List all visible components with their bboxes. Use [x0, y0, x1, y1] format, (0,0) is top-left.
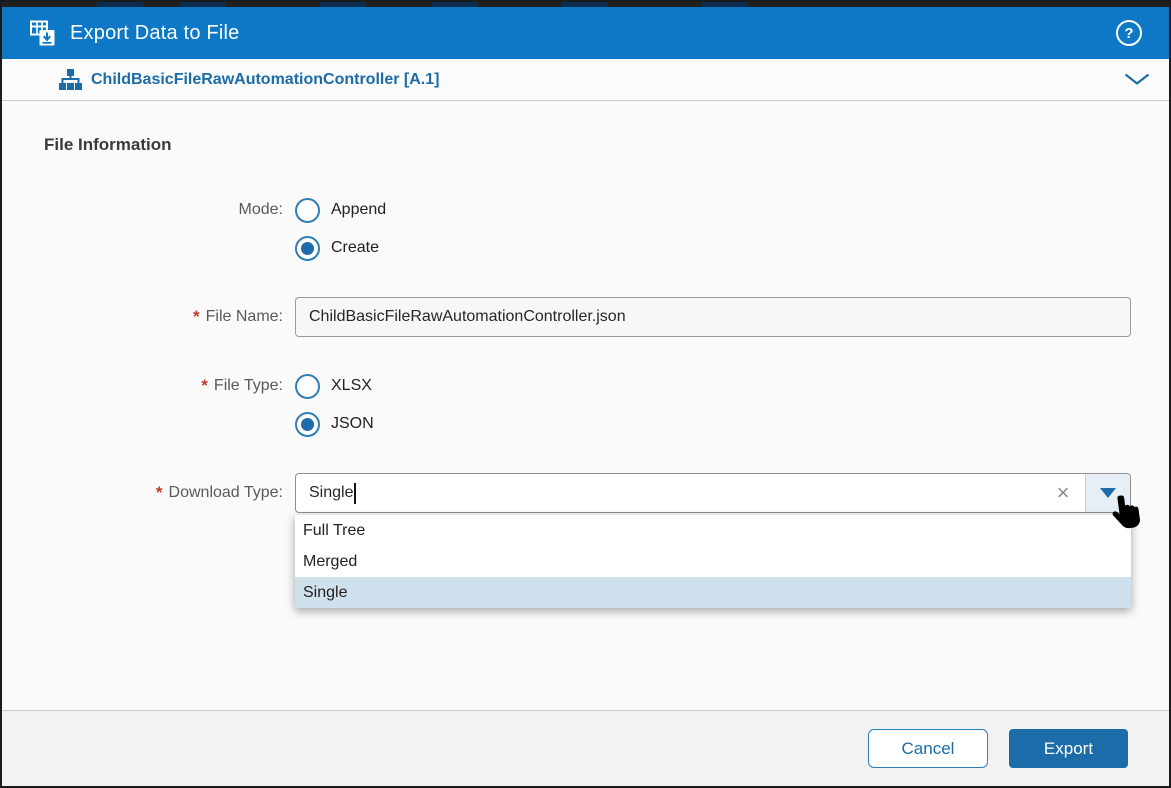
radio-xlsx-label[interactable]: XLSX — [331, 377, 372, 395]
clear-icon[interactable]: × — [1041, 474, 1085, 512]
radio-create[interactable] — [295, 236, 320, 261]
required-marker: * — [156, 483, 163, 503]
dialog-footer: Cancel Export — [2, 710, 1169, 786]
export-table-icon — [29, 19, 57, 47]
export-button[interactable]: Export — [1009, 729, 1128, 768]
download-type-label: * Download Type: — [2, 473, 283, 513]
dialog-header: Export Data to File ? — [2, 7, 1169, 59]
chevron-down-icon[interactable] — [1124, 73, 1150, 86]
cancel-button[interactable]: Cancel — [868, 729, 988, 768]
download-type-combobox: Single × Full Tree Merged Single — [295, 473, 1131, 513]
file-name-label: * File Name: — [2, 297, 283, 337]
radio-xlsx[interactable] — [295, 374, 320, 399]
option-full-tree[interactable]: Full Tree — [295, 515, 1131, 546]
radio-append-label[interactable]: Append — [331, 201, 386, 219]
file-type-label: * File Type: — [2, 367, 283, 405]
mode-option-create[interactable]: Create — [295, 229, 379, 267]
mode-field: * Mode: Append Create — [2, 191, 1169, 267]
dialog-body: File Information * Mode: Append Create — [2, 102, 1169, 710]
export-data-dialog: Export Data to File ? ChildBasicFileRawA… — [0, 0, 1171, 788]
dialog-title: Export Data to File — [70, 22, 239, 45]
dropdown-toggle-button[interactable] — [1085, 474, 1130, 512]
object-selector[interactable]: ChildBasicFileRawAutomationController [A… — [2, 59, 1169, 101]
help-icon[interactable]: ? — [1116, 20, 1142, 46]
section-title: File Information — [44, 135, 1169, 155]
file-type-field: * File Type: XLSX JSON — [2, 367, 1169, 443]
file-type-option-xlsx[interactable]: XLSX — [295, 367, 372, 405]
selected-object-name: ChildBasicFileRawAutomationController [A… — [91, 71, 439, 89]
file-name-field: * File Name: — [2, 297, 1169, 337]
mode-label: * Mode: — [2, 191, 283, 229]
radio-create-label[interactable]: Create — [331, 239, 379, 257]
download-type-dropdown: Full Tree Merged Single — [295, 515, 1131, 608]
download-type-input[interactable]: Single — [296, 474, 1041, 512]
radio-json-label[interactable]: JSON — [331, 415, 374, 433]
radio-append[interactable] — [295, 198, 320, 223]
download-type-field: * Download Type: Single × — [2, 473, 1169, 513]
text-cursor — [354, 483, 356, 504]
radio-json[interactable] — [295, 412, 320, 437]
caret-down-icon — [1100, 488, 1116, 498]
option-merged[interactable]: Merged — [295, 546, 1131, 577]
required-marker: * — [201, 376, 208, 396]
export-form: * Mode: Append Create * — [2, 191, 1169, 513]
file-name-input[interactable] — [295, 297, 1131, 337]
hierarchy-icon — [59, 69, 82, 90]
option-single[interactable]: Single — [295, 577, 1131, 608]
mode-option-append[interactable]: Append — [295, 191, 386, 229]
required-marker: * — [193, 307, 200, 327]
file-type-option-json[interactable]: JSON — [295, 405, 374, 443]
